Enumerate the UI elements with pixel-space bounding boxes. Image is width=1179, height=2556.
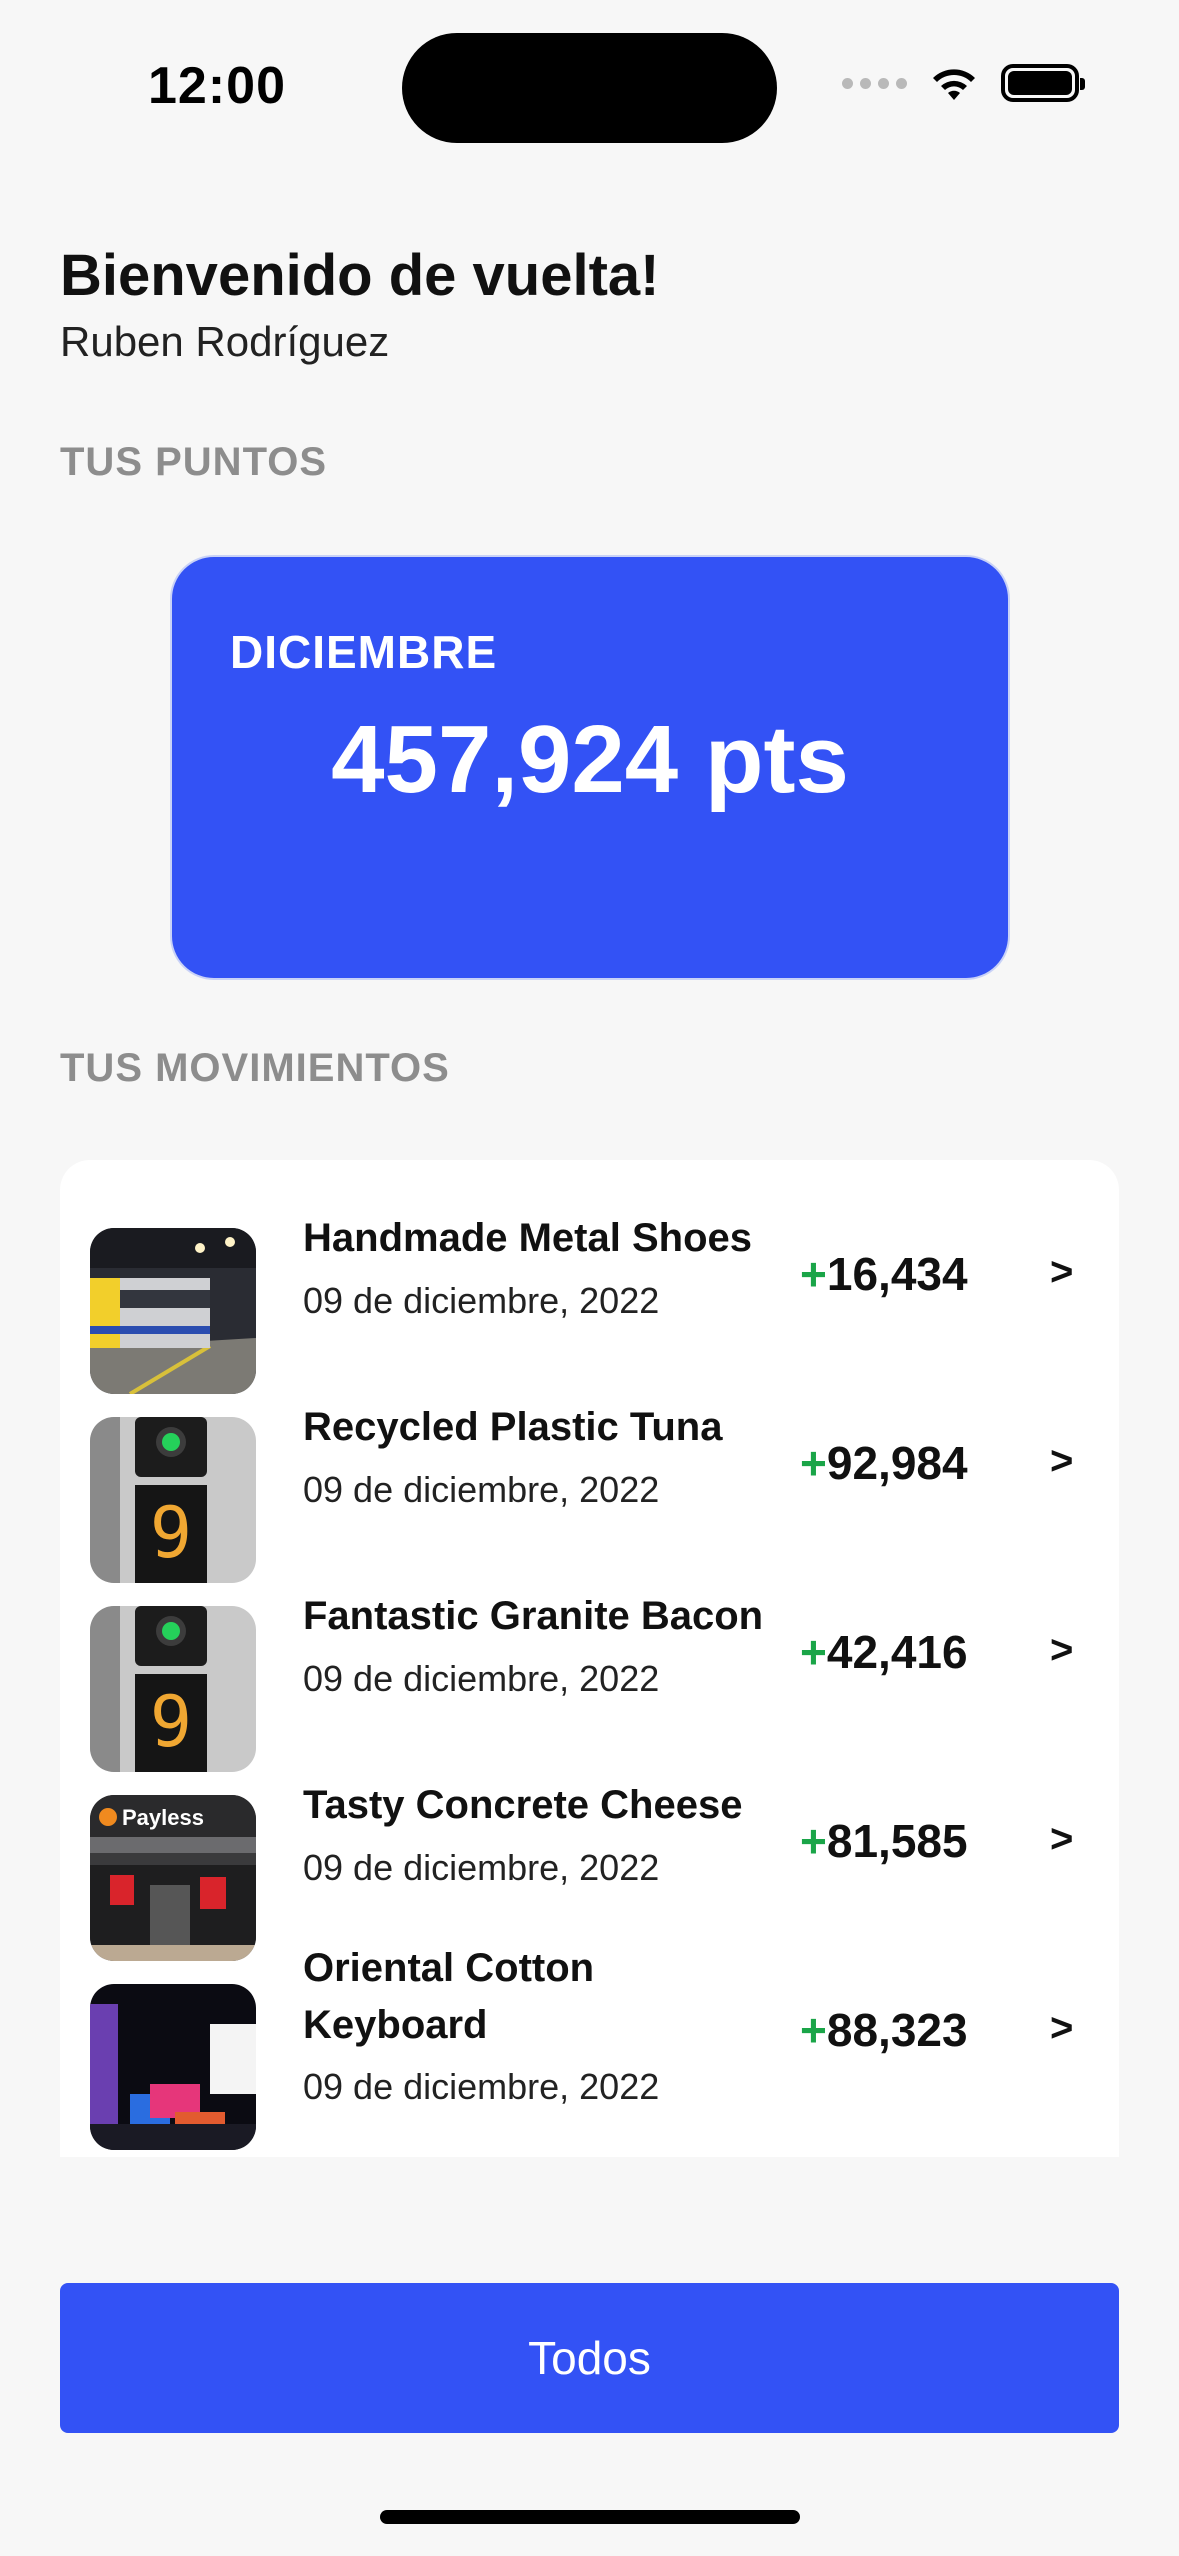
positive-sign: + [800,1437,827,1489]
chevron-right-icon[interactable]: > [1050,1628,1073,1673]
app-screen: 12:00 Bienvenido de vuelta! Ruben Rodríg… [0,0,1179,2556]
movement-amount: +88,323 [800,2003,968,2057]
movement-title: Fantastic Granite Bacon [303,1594,764,1638]
amount-value: 16,434 [826,1248,968,1300]
chevron-right-icon[interactable]: > [1050,1250,1073,1295]
movement-title: Recycled Plastic Tuna [303,1405,723,1449]
thumbnail-city-night-photo [90,1984,256,2150]
movement-title: Tasty Concrete Cheese [303,1783,743,1827]
list-item[interactable]: Handmade Metal Shoes 09 de diciembre, 20… [60,1160,1119,1394]
movements-list[interactable]: Handmade Metal Shoes 09 de diciembre, 20… [60,1160,1119,2157]
amount-value: 88,323 [826,2004,968,2056]
amount-value: 42,416 [826,1626,968,1678]
home-indicator[interactable] [380,2510,800,2524]
cellular-signal-icon [842,77,907,89]
chevron-right-icon[interactable]: > [1050,2006,1073,2051]
wifi-icon [933,69,975,100]
movement-title: Oriental Cotton Keyboard [303,1946,595,2047]
status-time: 12:00 [148,57,286,115]
chevron-right-icon[interactable]: > [1050,1817,1073,1862]
list-item[interactable]: Oriental Cotton Keyboard 09 de diciembre… [60,1916,1119,2157]
amount-value: 81,585 [826,1815,968,1867]
greeting-title: Bienvenido de vuelta! [60,243,660,308]
list-item[interactable]: 9 Fantastic Granite Bacon 09 de diciembr… [60,1538,1119,1772]
positive-sign: + [800,2004,827,2056]
points-card[interactable]: DICIEMBRE 457,924 pts [170,555,1010,980]
chevron-right-icon[interactable]: > [1050,1439,1073,1484]
movement-date: 09 de diciembre, 2022 [303,1280,660,1321]
movement-amount: +92,984 [800,1436,968,1490]
list-item[interactable]: Payless Tasty Concrete Cheese 09 de dici… [60,1727,1119,1961]
points-section-label: TUS PUNTOS [60,440,328,484]
movement-date: 09 de diciembre, 2022 [303,1469,660,1510]
positive-sign: + [800,1248,827,1300]
battery-level [1008,71,1072,95]
movement-amount: +16,434 [800,1247,968,1301]
movements-section-label: TUS MOVIMIENTOS [60,1046,450,1090]
user-name: Ruben Rodríguez [60,318,390,365]
positive-sign: + [800,1626,827,1678]
points-month: DICIEMBRE [230,626,498,678]
list-item[interactable]: 9 Recycled Plastic Tuna 09 de diciembre,… [60,1349,1119,1583]
movement-amount: +81,585 [800,1814,968,1868]
dynamic-island [402,33,777,143]
movement-title: Handmade Metal Shoes [303,1216,753,1260]
svg-text:Payless: Payless [122,1805,204,1830]
points-value: 457,924 pts [331,706,849,813]
view-all-button[interactable]: Todos [60,2283,1119,2433]
movement-amount: +42,416 [800,1625,968,1679]
movement-date: 09 de diciembre, 2022 [303,1658,660,1699]
positive-sign: + [800,1815,827,1867]
movement-date: 09 de diciembre, 2022 [303,2066,660,2107]
battery-icon [1001,64,1085,102]
movement-date: 09 de diciembre, 2022 [303,1847,660,1888]
status-icons [842,64,1085,102]
amount-value: 92,984 [826,1437,968,1489]
